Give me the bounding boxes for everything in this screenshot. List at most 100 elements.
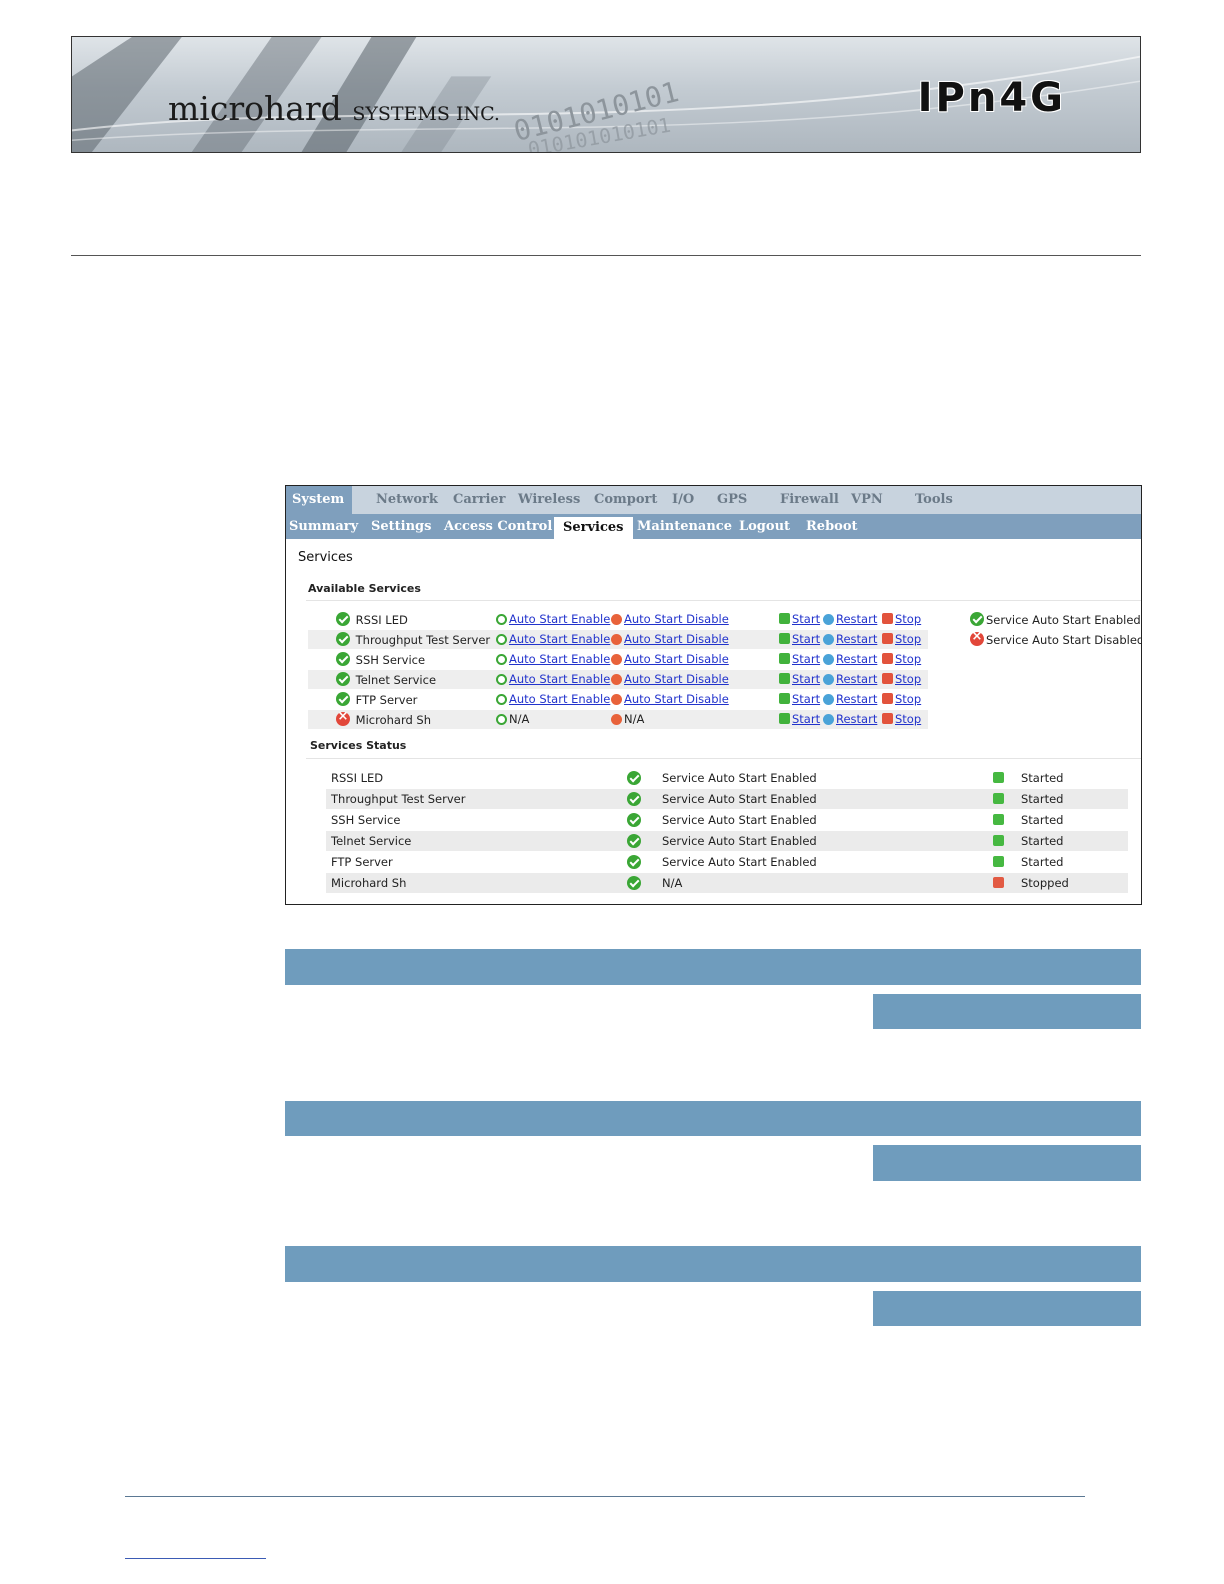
- started-icon: [993, 793, 1004, 804]
- restart-link[interactable]: Restart: [836, 692, 877, 706]
- auto-start-enable-link[interactable]: Auto Start Enable: [509, 632, 610, 646]
- service-name: RSSI LED: [355, 613, 408, 627]
- parameter-header-bar: [285, 949, 1141, 985]
- stop-icon: [882, 673, 893, 684]
- tab-firewall[interactable]: Firewall: [780, 492, 839, 507]
- run-state: Started: [1021, 771, 1064, 785]
- check-icon: [627, 855, 641, 869]
- check-icon: [627, 876, 641, 890]
- restart-link[interactable]: Restart: [836, 712, 877, 726]
- tab-vpn[interactable]: VPN: [851, 492, 883, 507]
- available-service-row: RSSI LED Auto Start Enable Auto Start Di…: [308, 610, 928, 629]
- start-link[interactable]: Start: [792, 712, 820, 726]
- status-service-name: Throughput Test Server: [331, 792, 466, 806]
- enable-icon: [496, 654, 507, 665]
- stop-link[interactable]: Stop: [895, 612, 921, 626]
- disable-icon: [611, 714, 622, 725]
- started-icon: [993, 814, 1004, 825]
- start-icon: [779, 713, 790, 724]
- run-state: Started: [1021, 792, 1064, 806]
- stop-link[interactable]: Stop: [895, 632, 921, 646]
- available-service-row: Telnet Service Auto Start Enable Auto St…: [308, 670, 928, 689]
- legend-disabled: Service Auto Start Disabled: [970, 629, 1141, 647]
- disable-icon: [611, 614, 622, 625]
- disable-icon: [611, 694, 622, 705]
- service-name: Microhard Sh: [355, 713, 432, 727]
- restart-icon: [823, 714, 834, 725]
- auto-start-enable-link[interactable]: Auto Start Enable: [509, 612, 610, 626]
- tab-network[interactable]: Network: [376, 492, 438, 507]
- stop-link[interactable]: Stop: [895, 672, 921, 686]
- restart-link[interactable]: Restart: [836, 632, 877, 646]
- footer-link-underline[interactable]: [125, 1558, 266, 1559]
- subtab-maintenance[interactable]: Maintenance: [637, 519, 732, 534]
- services-status-heading: Services Status: [310, 739, 407, 752]
- sub-nav: Summary Settings Access Control Services…: [286, 514, 1141, 539]
- tab-wireless[interactable]: Wireless: [518, 492, 580, 507]
- autostart-status: Service Auto Start Enabled: [662, 813, 817, 827]
- subtab-access-control[interactable]: Access Control: [444, 519, 552, 534]
- start-link[interactable]: Start: [792, 652, 820, 666]
- run-state: Started: [1021, 813, 1064, 827]
- status-ok-icon: [336, 612, 350, 626]
- restart-icon: [823, 634, 834, 645]
- start-link[interactable]: Start: [792, 672, 820, 686]
- service-name: FTP Server: [355, 693, 418, 707]
- auto-start-disable-link[interactable]: Auto Start Disable: [624, 612, 729, 626]
- start-link[interactable]: Start: [792, 632, 820, 646]
- status-row: FTP Server Service Auto Start Enabled St…: [326, 852, 1128, 872]
- header-divider: [71, 255, 1141, 256]
- tab-gps[interactable]: GPS: [717, 492, 747, 507]
- status-service-name: FTP Server: [331, 855, 393, 869]
- auto-start-disable-link[interactable]: Auto Start Disable: [624, 672, 729, 686]
- parameter-header-bar: [285, 1101, 1141, 1136]
- started-icon: [993, 772, 1004, 783]
- parameter-default-bar: [873, 1291, 1141, 1326]
- start-icon: [779, 693, 790, 704]
- start-link[interactable]: Start: [792, 612, 820, 626]
- autostart-status: Service Auto Start Enabled: [662, 771, 817, 785]
- enable-icon: [496, 714, 507, 725]
- stop-icon: [882, 633, 893, 644]
- subtab-services[interactable]: Services: [554, 517, 633, 539]
- auto-start-enable-link[interactable]: Auto Start Enable: [509, 692, 610, 706]
- restart-link[interactable]: Restart: [836, 612, 877, 626]
- status-error-icon: [336, 709, 350, 726]
- stopped-icon: [993, 877, 1004, 888]
- auto-start-disable-link[interactable]: Auto Start Disable: [624, 692, 729, 706]
- stop-link[interactable]: Stop: [895, 652, 921, 666]
- status-row: Throughput Test Server Service Auto Star…: [326, 789, 1128, 809]
- tab-io[interactable]: I/O: [672, 492, 694, 507]
- auto-start-disable-na: N/A: [624, 712, 645, 726]
- restart-link[interactable]: Restart: [836, 652, 877, 666]
- stop-icon: [882, 693, 893, 704]
- disable-icon: [611, 654, 622, 665]
- subtab-logout[interactable]: Logout: [739, 519, 790, 534]
- stop-icon: [882, 713, 893, 724]
- subtab-reboot[interactable]: Reboot: [806, 519, 858, 534]
- subtab-settings[interactable]: Settings: [371, 519, 431, 534]
- tab-system[interactable]: System: [286, 486, 353, 514]
- restart-link[interactable]: Restart: [836, 672, 877, 686]
- status-row: RSSI LED Service Auto Start Enabled Star…: [326, 768, 1128, 788]
- auto-start-enable-link[interactable]: Auto Start Enable: [509, 672, 610, 686]
- status-row: Telnet Service Service Auto Start Enable…: [326, 831, 1128, 851]
- stop-link[interactable]: Stop: [895, 692, 921, 706]
- subtab-summary[interactable]: Summary: [289, 519, 358, 534]
- parameter-default-bar: [873, 1145, 1141, 1181]
- auto-start-disable-link[interactable]: Auto Start Disable: [624, 632, 729, 646]
- start-link[interactable]: Start: [792, 692, 820, 706]
- auto-start-enable-link[interactable]: Auto Start Enable: [509, 652, 610, 666]
- tab-carrier[interactable]: Carrier: [453, 492, 506, 507]
- company-suffix: SYSTEMS INC.: [352, 103, 500, 125]
- stop-link[interactable]: Stop: [895, 712, 921, 726]
- start-icon: [779, 633, 790, 644]
- divider: [306, 758, 1141, 759]
- company-name: microhard: [168, 89, 342, 128]
- auto-start-disable-link[interactable]: Auto Start Disable: [624, 652, 729, 666]
- restart-icon: [823, 674, 834, 685]
- tab-comport[interactable]: Comport: [594, 492, 657, 507]
- tab-tools[interactable]: Tools: [915, 492, 953, 507]
- run-state: Stopped: [1021, 876, 1069, 890]
- disable-icon: [611, 674, 622, 685]
